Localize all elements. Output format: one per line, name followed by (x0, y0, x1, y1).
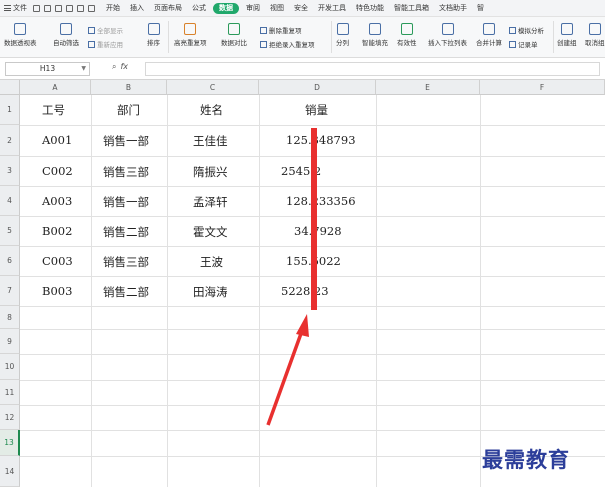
red-arrow-icon (266, 314, 309, 426)
watermark-text: 最需教育 (482, 447, 570, 472)
